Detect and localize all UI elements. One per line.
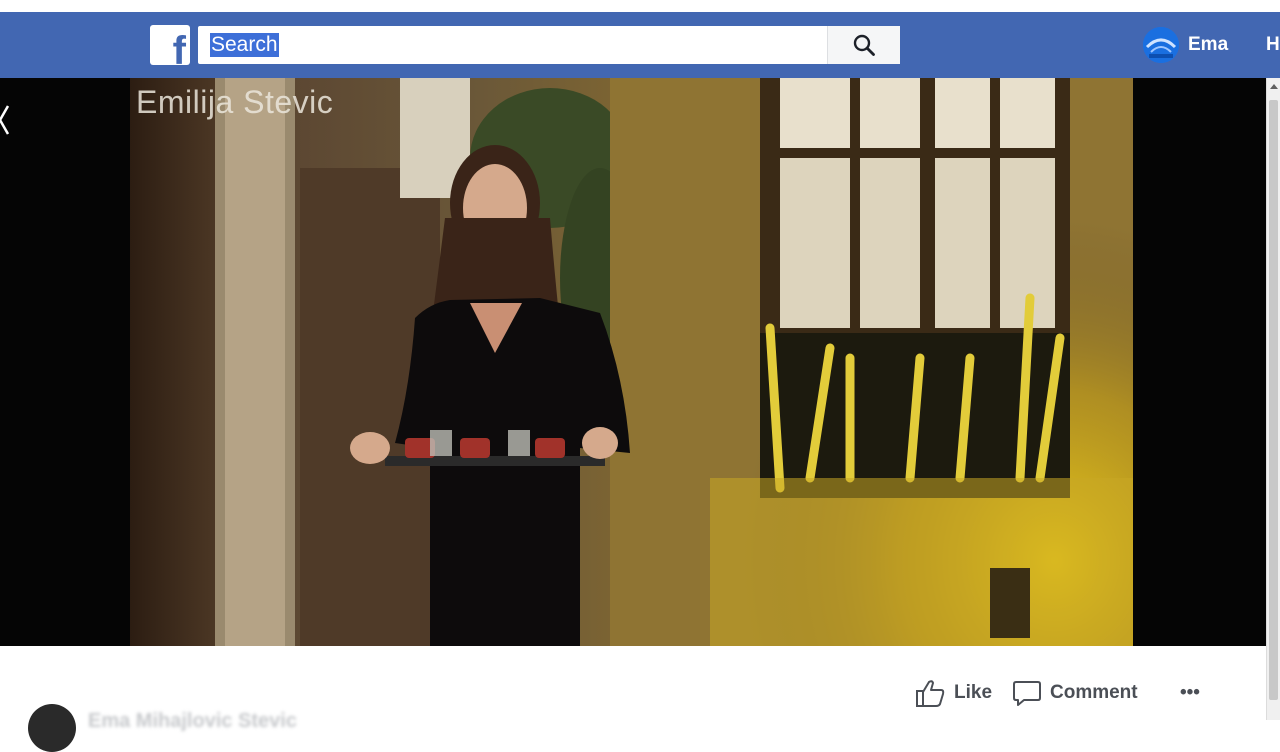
post-action-bar: Like Comment ••• Ema Mihajlovic Stevic — [0, 646, 1266, 752]
scroll-thumb[interactable] — [1269, 100, 1278, 700]
facebook-navbar: f Search Ema H — [0, 12, 1280, 78]
like-button[interactable]: Like — [914, 678, 992, 708]
search-button[interactable] — [827, 26, 900, 64]
video-frame-image — [130, 78, 1133, 646]
page-scrollbar[interactable] — [1266, 78, 1280, 720]
video-watermark: Emilija Stevic — [136, 84, 334, 120]
like-label: Like — [954, 682, 993, 703]
home-link[interactable]: H — [1266, 34, 1280, 56]
browser-top-strip — [0, 0, 1280, 12]
thumbs-up-icon — [916, 680, 945, 707]
search-input[interactable] — [198, 26, 838, 64]
search-icon — [853, 34, 875, 56]
more-options-label: ••• — [1180, 682, 1200, 703]
video-player[interactable]: Emilija Stevic — [0, 78, 1266, 646]
profile-avatar[interactable] — [1143, 27, 1179, 63]
commenter-avatar[interactable] — [28, 704, 76, 752]
speech-bubble-icon — [1013, 681, 1041, 706]
facebook-logo[interactable]: f — [150, 25, 190, 65]
facebook-logo-glyph: f — [172, 29, 186, 65]
profile-name-link[interactable]: Ema — [1188, 34, 1228, 56]
video-scene-illustration — [130, 78, 1133, 646]
profile-avatar-image — [1143, 27, 1179, 63]
comment-label: Comment — [1050, 682, 1138, 703]
commenter-name[interactable]: Ema Mihajlovic Stevic — [88, 710, 297, 733]
scroll-up-arrow-icon[interactable] — [1270, 84, 1278, 89]
search-input-selected-text: Search — [210, 33, 279, 57]
comment-button[interactable]: Comment — [1012, 678, 1138, 708]
search-box: Search — [198, 26, 900, 64]
more-options-button[interactable]: ••• — [1180, 682, 1200, 704]
chevron-left-icon[interactable] — [0, 100, 12, 140]
